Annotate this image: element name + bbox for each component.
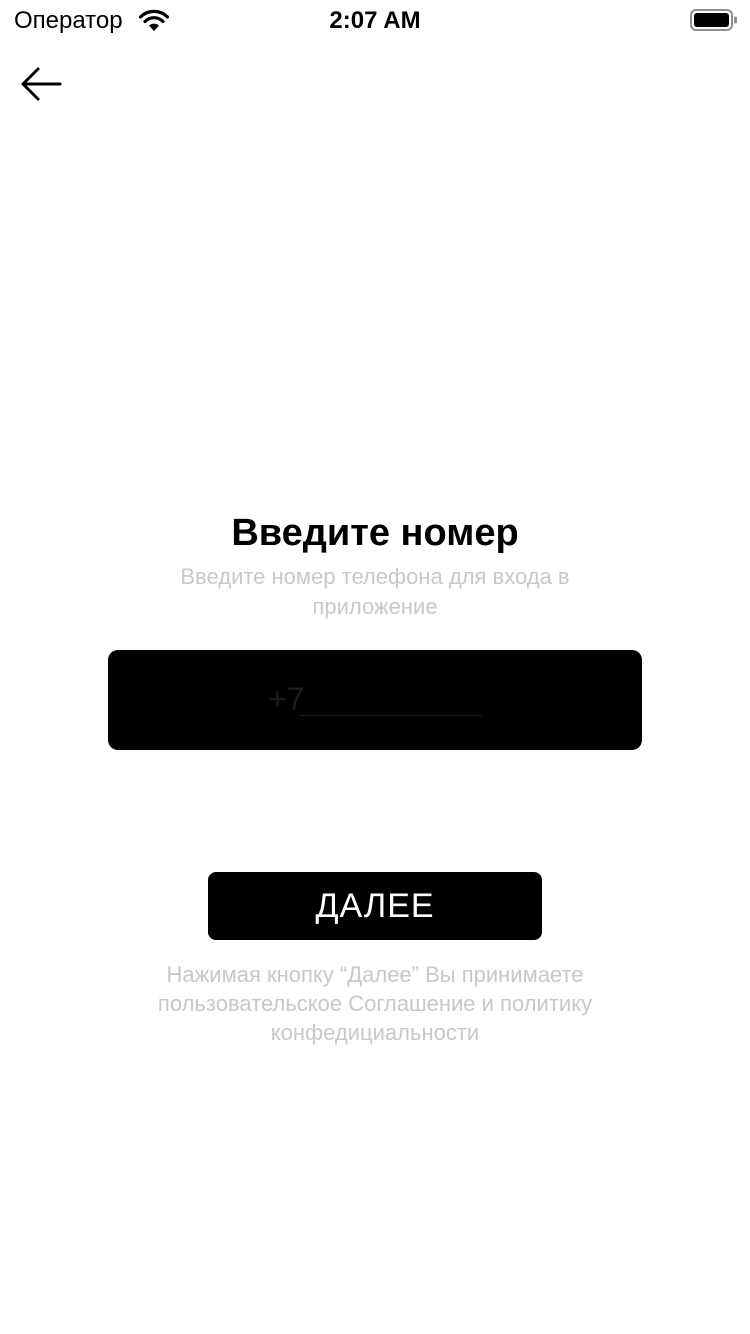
- next-button[interactable]: ДАЛЕЕ: [208, 872, 542, 940]
- agreement-text: Нажимая кнопку “Далее” Вы принимаете пол…: [157, 962, 593, 1045]
- back-button[interactable]: [16, 62, 68, 106]
- phone-input-underline: [300, 715, 482, 716]
- status-time: 2:07 AM: [329, 7, 421, 34]
- phone-input[interactable]: [268, 680, 482, 718]
- phone-login-screen: Оператор 2:07 AM Введите номер Введите н…: [0, 0, 750, 1334]
- page-subtitle: Введите номер телефона для входа в прило…: [180, 564, 570, 619]
- page-title: Введите номер: [231, 512, 519, 554]
- arrow-left-icon: [16, 67, 68, 110]
- battery-icon: [690, 9, 738, 31]
- status-bar: Оператор 2:07 AM: [0, 0, 750, 40]
